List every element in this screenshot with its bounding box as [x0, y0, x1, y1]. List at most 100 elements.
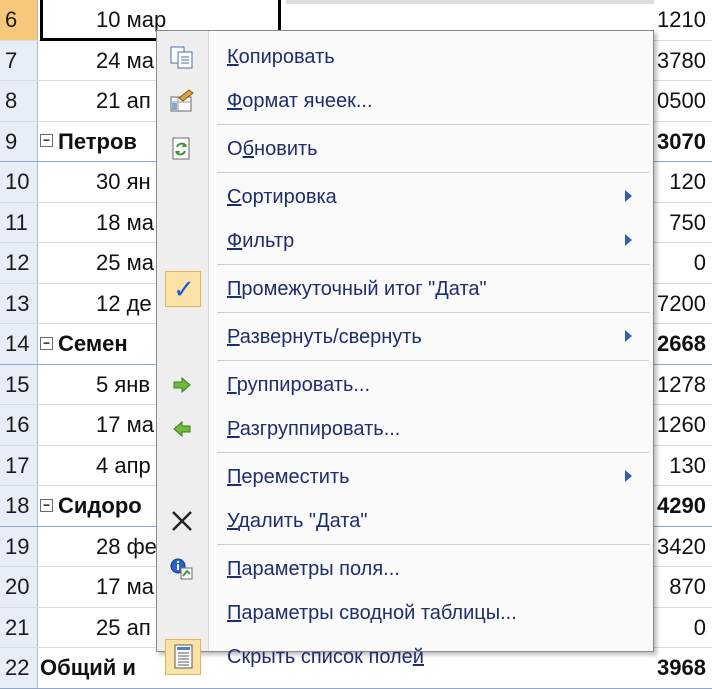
cell-label[interactable]: 28 фе	[96, 527, 157, 567]
row-header[interactable]: 6	[0, 0, 38, 40]
cell-text: Сидоро	[58, 493, 142, 518]
cell-value[interactable]: 3420	[657, 527, 706, 567]
cell-label[interactable]: 18 ма	[96, 203, 154, 243]
menu-item-label: Обновить	[227, 138, 318, 160]
cell-text: 4 апр	[96, 452, 151, 478]
cell-label[interactable]: 12 де	[96, 284, 152, 324]
cell-value[interactable]: 3780	[657, 41, 706, 81]
menu-separator	[217, 452, 649, 453]
row-header[interactable]: 14	[0, 324, 38, 364]
cell-value[interactable]: 750	[669, 203, 706, 243]
row-header[interactable]: 21	[0, 607, 38, 647]
menu-item-label: Копировать	[227, 46, 335, 68]
submenu-arrow-icon	[625, 330, 632, 342]
submenu-arrow-icon	[625, 190, 632, 202]
cell-value[interactable]: 1260	[657, 405, 706, 445]
collapse-minus-icon[interactable]: −	[40, 498, 53, 512]
cell-value[interactable]: 0500	[657, 81, 706, 121]
row-header[interactable]: 22	[0, 648, 38, 688]
row-header[interactable]: 18	[0, 486, 38, 526]
checked-state-box	[165, 639, 201, 675]
cell-label[interactable]: 21 ап	[96, 81, 151, 121]
row-header[interactable]: 7	[0, 40, 38, 80]
cell-value[interactable]: 130	[669, 446, 706, 486]
cell-value[interactable]: 4290	[657, 486, 706, 526]
cell-label[interactable]: 25 ма	[96, 243, 154, 283]
menu-item-label: Формат ячеек...	[227, 90, 373, 112]
menu-item-hide-field-list[interactable]: Скрыть список полей	[157, 637, 653, 677]
cell-value[interactable]: 1210	[657, 0, 706, 40]
checked-state-box: ✓	[165, 271, 201, 307]
menu-item-move[interactable]: Переместить	[157, 457, 653, 497]
cell-value[interactable]: 3968	[657, 648, 706, 688]
cell-value[interactable]: 1278	[657, 365, 706, 405]
menu-separator	[217, 544, 649, 545]
menu-item-copy[interactable]: Копировать	[157, 37, 653, 77]
row-header[interactable]: 16	[0, 405, 38, 445]
collapse-minus-icon[interactable]: −	[40, 134, 53, 148]
cell-value[interactable]: 2668	[657, 324, 706, 364]
cell-label[interactable]: − Сидоро	[40, 486, 142, 526]
menu-item-expand-collapse[interactable]: Развернуть/свернуть	[157, 317, 653, 357]
submenu-arrow-icon	[625, 234, 632, 246]
row-header[interactable]: 12	[0, 243, 38, 283]
cell-label[interactable]: 4 апр	[96, 446, 151, 486]
copy-icon	[169, 45, 195, 69]
menu-item-group[interactable]: Группировать...	[157, 365, 653, 405]
cell-label[interactable]: 25 ап	[96, 608, 151, 648]
cell-value[interactable]: 870	[669, 567, 706, 607]
menu-item-format-cells[interactable]: Формат ячеек...	[157, 81, 653, 121]
cell-value[interactable]: 120	[669, 162, 706, 202]
cell-value[interactable]: 3070	[657, 122, 706, 162]
cell-text: 17 ма	[96, 412, 154, 437]
cell-text: Петров	[58, 128, 137, 154]
row-header[interactable]: 11	[0, 202, 38, 242]
menu-item-refresh[interactable]: Обновить	[157, 129, 653, 169]
cell-label[interactable]: 5 янв	[96, 365, 150, 405]
cell-text: 25 ма	[96, 250, 154, 275]
menu-item-label: Параметры поля...	[227, 558, 400, 580]
delete-x-icon	[169, 509, 195, 533]
cell-label[interactable]: − Петров	[40, 122, 137, 162]
cell-label[interactable]: 17 ма	[96, 567, 154, 607]
cell-text: 5 янв	[96, 371, 151, 397]
row-header[interactable]: 8	[0, 81, 38, 121]
cell-label[interactable]: 24 ма	[96, 41, 154, 81]
menu-item-pivot-settings[interactable]: Параметры сводной таблицы...	[157, 593, 653, 633]
menu-item-subtotal[interactable]: ✓ Промежуточный итог "Дата"	[157, 269, 653, 309]
cell-text: 12 де	[96, 290, 152, 316]
field-list-icon	[173, 644, 195, 675]
cell-label[interactable]: 17 ма	[96, 405, 154, 445]
menu-separator	[217, 172, 649, 173]
cell-label[interactable]: − Семен	[40, 324, 128, 364]
row-header[interactable]: 17	[0, 445, 38, 485]
menu-item-label: Переместить	[227, 466, 350, 488]
cell-text: 25 ап	[96, 614, 151, 640]
menu-item-field-settings[interactable]: Параметры поля...	[157, 549, 653, 589]
menu-item-ungroup[interactable]: Разгруппировать...	[157, 409, 653, 449]
cell-value[interactable]: 0	[694, 243, 706, 283]
cell-label[interactable]: Общий и	[40, 648, 136, 688]
cell-label[interactable]: 30 ян	[96, 162, 151, 202]
submenu-arrow-icon	[625, 470, 632, 482]
cell-text: 28 фе	[96, 533, 157, 559]
menu-item-label: Параметры сводной таблицы...	[227, 602, 517, 624]
cell-text: 21 ап	[96, 88, 151, 113]
menu-item-label: Сортировка	[227, 186, 337, 208]
menu-item-label: Удалить "Дата"	[227, 510, 368, 532]
row-header[interactable]: 15	[0, 364, 38, 404]
menu-item-sort[interactable]: Сортировка	[157, 177, 653, 217]
menu-item-label: Развернуть/свернуть	[227, 326, 422, 348]
row-header[interactable]: 9	[0, 121, 38, 161]
cell-value[interactable]: 7200	[657, 284, 706, 324]
menu-item-delete[interactable]: Удалить "Дата"	[157, 501, 653, 541]
row-header[interactable]: 19	[0, 526, 38, 566]
cell-text: 18 ма	[96, 209, 154, 235]
row-header[interactable]: 20	[0, 567, 38, 607]
menu-item-filter[interactable]: Фильтр	[157, 221, 653, 261]
row-header[interactable]: 10	[0, 162, 38, 202]
row-header[interactable]: 13	[0, 283, 38, 323]
cell-value[interactable]: 0	[694, 608, 706, 648]
collapse-minus-icon[interactable]: −	[40, 336, 53, 350]
cell-text: Общий и	[40, 655, 136, 680]
